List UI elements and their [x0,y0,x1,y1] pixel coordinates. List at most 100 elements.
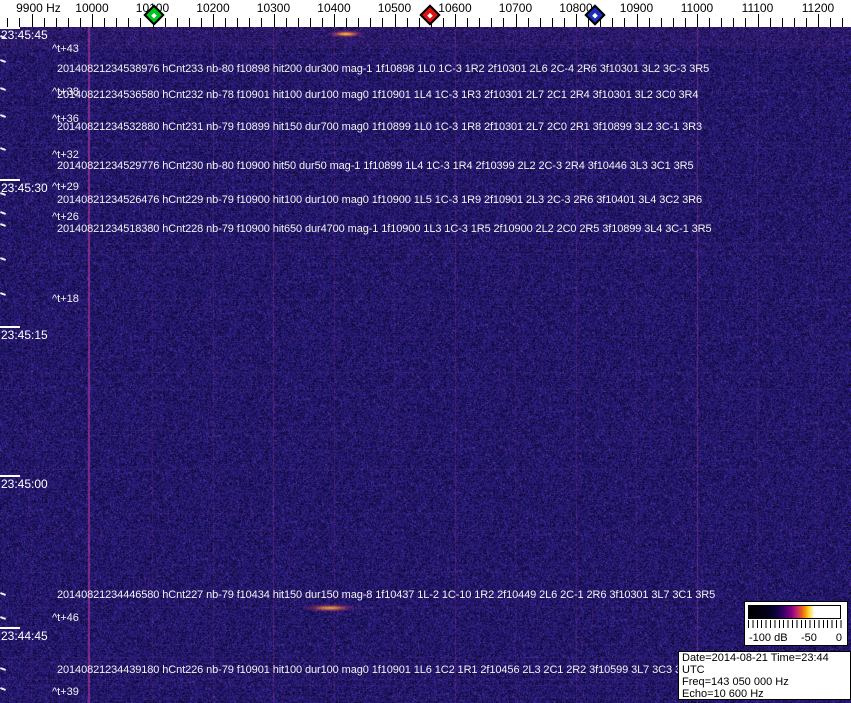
axis-tick [297,18,299,27]
axis-tick [576,14,577,27]
axis-tick-label: 10200 [196,1,230,15]
axis-tick [684,18,686,27]
axis-tick [660,18,662,27]
axis-tick [781,18,783,27]
axis-tick [818,14,819,27]
time-label: 23:45:30 [1,181,48,195]
time-label: 23:45:15 [1,328,48,342]
axis-tick [31,14,33,27]
axis-tick [503,18,505,27]
axis-tick [563,18,565,27]
axis-tick [467,18,469,27]
event-marker: ^t+18 [52,293,79,305]
axis-tick [334,14,335,27]
axis-tick [612,18,614,27]
axis-tick [285,18,287,27]
event-data-line: 20140821234538976 hCnt233 nb-80 f10898 h… [57,63,710,75]
axis-tick [672,18,674,27]
info-echo: Echo=10 600 Hz [682,688,764,700]
axis-tick [43,18,45,27]
axis-tick [636,14,638,27]
axis-tick [249,18,251,27]
axis-tick [455,14,456,27]
event-data-line: 20140821234532880 hCnt231 nb-79 f10899 h… [57,121,702,133]
colorbar-ticks [748,620,842,628]
axis-tick-label: 10700 [498,1,533,15]
event-data-line: 20140821234446580 hCnt227 nb-79 f10434 h… [57,589,716,601]
axis-tick-label: 10000 [75,1,109,15]
event-marker: ^t+26 [52,211,79,223]
axis-tick [842,18,844,27]
axis-tick [733,18,735,27]
info-date-time: Date=2014-08-21 Time=23:44 UTC [682,652,829,676]
axis-tick [104,18,106,27]
axis-tick [116,18,118,27]
marker-center-dot [592,12,599,18]
axis-tick-label: 11200 [801,1,835,15]
axis-tick [346,18,348,27]
axis-tick [176,18,178,27]
freq-marker-red[interactable] [418,4,441,26]
axis-tick [55,18,57,27]
axis-tick [527,18,529,27]
info-box: Date=2014-08-21 Time=23:44 UTC Freq=143 … [678,651,851,703]
axis-tick [793,18,795,27]
event-marker: ^t+46 [52,612,79,624]
axis-tick [79,18,81,27]
time-label: 23:44:45 [1,629,48,643]
axis-tick-label: 10500 [377,1,412,15]
colorbar-label-mid: -50 [801,632,817,644]
event-data-line: 20140821234518380 hCnt228 nb-79 f10900 h… [57,223,712,235]
axis-tick [479,18,481,27]
axis-tick [382,18,384,27]
axis-tick [140,18,142,27]
spectrogram-app: 9900 Hz100001010010200103001040010500106… [0,0,851,703]
axis-tick [624,18,626,27]
axis-tick [830,18,832,27]
axis-tick [418,18,420,27]
axis-tick [394,14,396,27]
time-label: 23:45:45 [1,28,48,42]
axis-tick [19,18,21,27]
axis-tick [321,18,323,27]
axis-tick [769,18,771,27]
event-marker: ^t+43 [52,43,79,55]
colorbar-gradient [748,605,841,619]
axis-tick-label: 11100 [741,1,774,15]
axis-tick [442,18,444,27]
marker-center-dot [150,12,157,18]
axis-tick [261,18,263,27]
axis-tick-label: 10900 [619,1,654,15]
axis-tick-label: 11000 [680,1,714,15]
axis-tick [539,18,541,27]
axis-tick [200,18,202,27]
event-data-line: 20140821234439180 hCnt226 nb-79 f10901 h… [57,664,695,676]
axis-tick [370,18,372,27]
axis-tick [551,18,553,27]
axis-tick [237,18,239,27]
event-marker: ^t+39 [52,686,79,698]
axis-tick [515,14,517,27]
event-marker: ^t+29 [52,181,79,193]
axis-tick [491,18,493,27]
axis-tick-label: 9900 Hz [16,1,61,15]
axis-tick-label: 10400 [317,1,351,15]
axis-tick [805,18,807,27]
axis-tick [128,18,130,27]
colorbar-label-min: -100 dB [749,632,788,644]
axis-tick [309,18,311,27]
marker-center-dot [426,12,433,18]
axis-tick [7,18,9,27]
axis-tick [648,18,650,27]
axis-tick [67,18,69,27]
info-frequency: Freq=143 050 000 Hz [682,676,789,688]
axis-tick [225,18,227,27]
axis-tick [213,14,214,27]
event-data-line: 20140821234526476 hCnt229 nb-79 f10900 h… [57,194,702,206]
axis-tick [273,14,275,27]
axis-tick [757,14,759,27]
axis-tick [406,18,408,27]
axis-tick [721,18,723,27]
axis-tick [697,14,698,27]
axis-tick-label: 10600 [438,1,472,15]
